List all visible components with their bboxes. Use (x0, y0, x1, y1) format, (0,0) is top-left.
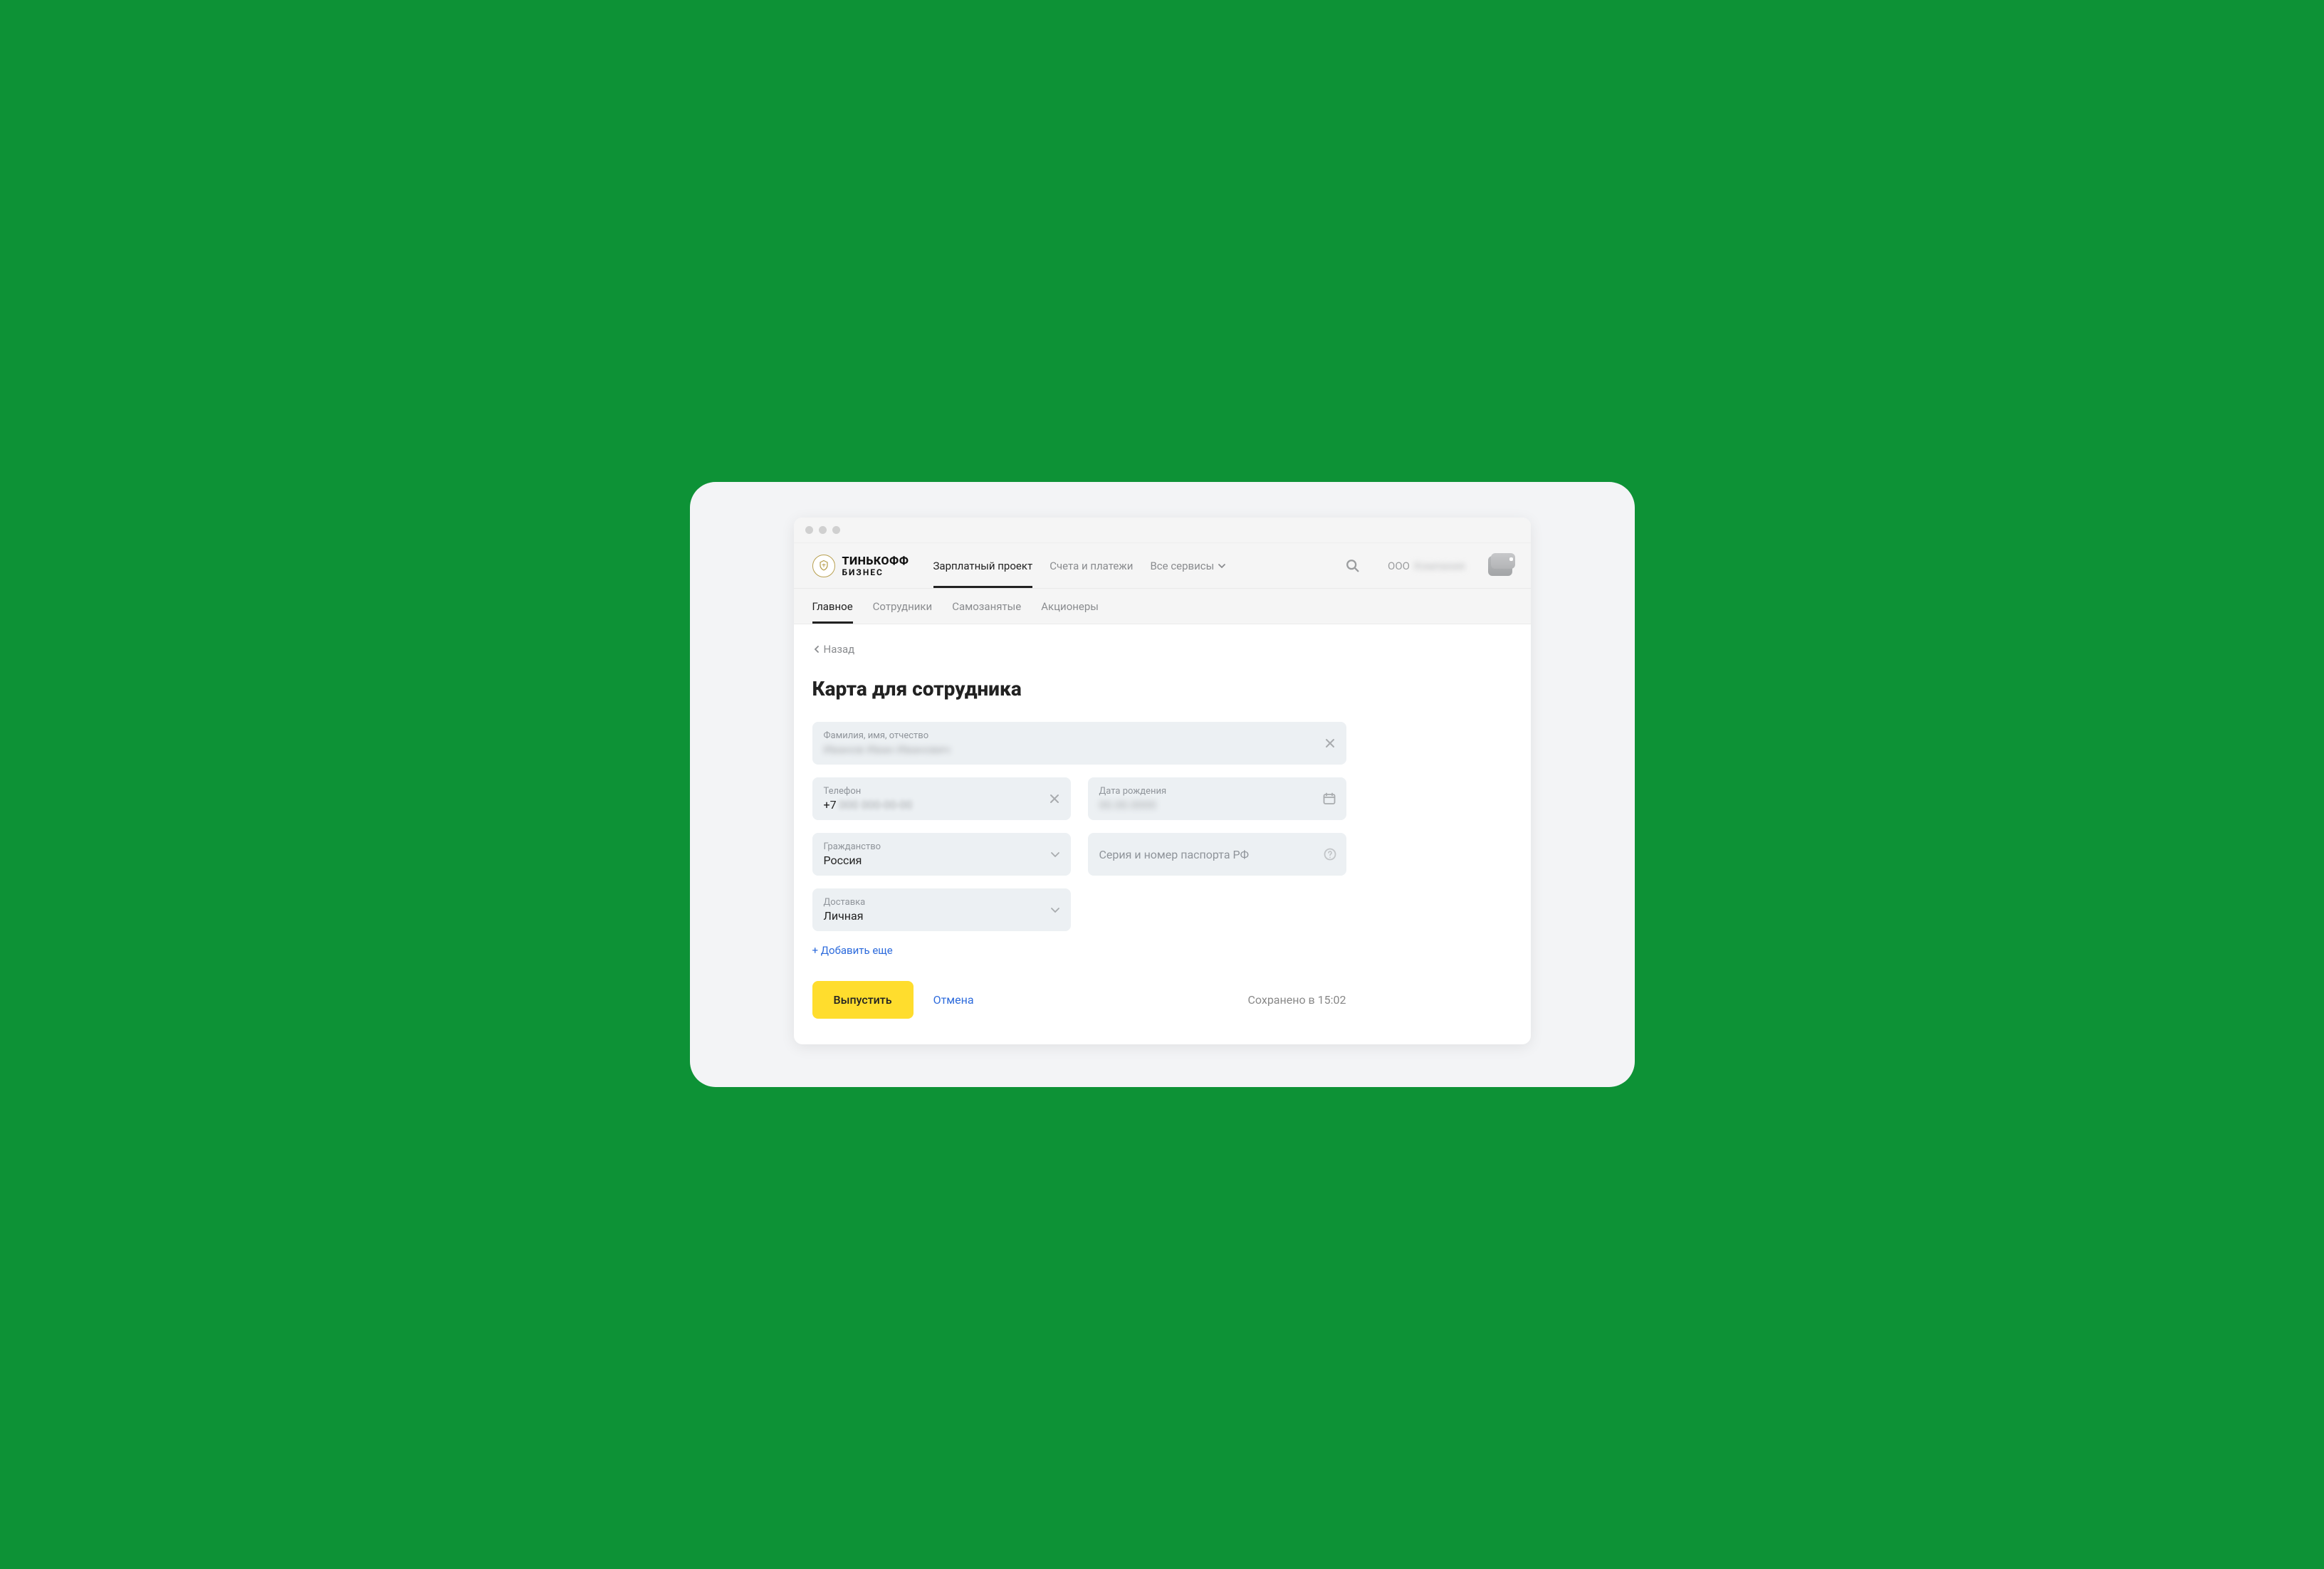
field-dob-value: 00.00.0000 (1099, 798, 1335, 812)
wallet-icon[interactable] (1488, 556, 1512, 576)
field-phone[interactable]: Телефон +7 000 000-00-00 (812, 777, 1071, 820)
field-citizenship-label: Гражданство (824, 841, 1059, 852)
field-citizenship-value: Россия (824, 854, 1059, 867)
field-delivery-value: Личная (824, 909, 1059, 923)
calendar-icon[interactable] (1322, 792, 1336, 806)
subnav-selfemployed[interactable]: Самозанятые (952, 590, 1021, 623)
field-fio-label: Фамилия, имя, отчество (824, 730, 1335, 741)
help-icon[interactable] (1324, 848, 1336, 861)
sub-nav: Главное Сотрудники Самозанятые Акционеры (794, 589, 1531, 624)
back-link[interactable]: Назад (812, 643, 1512, 656)
page-title: Карта для сотрудника (812, 677, 1512, 700)
subnav-shareholders[interactable]: Акционеры (1041, 590, 1099, 623)
topnav-payroll[interactable]: Зарплатный проект (933, 544, 1033, 588)
field-passport-placeholder: Серия и номер паспорта РФ (1099, 848, 1335, 861)
brand-subtitle: БИЗНЕС (842, 568, 909, 577)
org-prefix: ООО (1388, 560, 1410, 572)
top-nav: Зарплатный проект Счета и платежи Все се… (933, 544, 1227, 588)
chevron-down-icon[interactable] (1050, 904, 1061, 915)
footer-actions: Выпустить Отмена Сохранено в 15:02 (812, 981, 1346, 1019)
field-phone-value: +7 000 000-00-00 (824, 798, 1059, 812)
back-label: Назад (824, 643, 855, 656)
subnav-main[interactable]: Главное (812, 590, 853, 623)
cancel-button[interactable]: Отмена (933, 993, 974, 1007)
field-fio[interactable]: Фамилия, имя, отчество Иванов Иван Ивано… (812, 722, 1346, 765)
window-dot-close[interactable] (805, 526, 813, 534)
chevron-down-icon[interactable] (1050, 849, 1061, 860)
topnav-services[interactable]: Все сервисы (1150, 544, 1226, 588)
page-content: Назад Карта для сотрудника Фамилия, имя,… (794, 624, 1531, 1044)
clear-icon[interactable] (1324, 737, 1336, 750)
field-delivery[interactable]: Доставка Личная (812, 888, 1071, 931)
org-selector[interactable]: ООО Компания (1388, 560, 1465, 572)
brand-crest-icon (812, 555, 835, 577)
window-chrome (794, 518, 1531, 543)
search-icon (1345, 558, 1361, 574)
field-dob-label: Дата рождения (1099, 786, 1335, 797)
brand-logo[interactable]: ТИНЬКОФФ БИЗНЕС (812, 555, 909, 577)
subnav-employees[interactable]: Сотрудники (873, 590, 933, 623)
search-button[interactable] (1341, 554, 1365, 578)
window-dot-minimize[interactable] (819, 526, 827, 534)
org-name: Компания (1414, 560, 1465, 572)
add-more-link[interactable]: + Добавить еще (812, 944, 1512, 957)
field-passport[interactable]: Серия и номер паспорта РФ (1088, 833, 1346, 876)
saved-status: Сохранено в 15:02 (1248, 993, 1346, 1007)
field-phone-label: Телефон (824, 786, 1059, 797)
topnav-services-label: Все сервисы (1150, 560, 1214, 572)
chevron-left-icon (812, 645, 821, 654)
window-dot-zoom[interactable] (832, 526, 840, 534)
chevron-down-icon (1218, 562, 1226, 570)
brand-name: ТИНЬКОФФ (842, 555, 909, 567)
field-fio-value: Иванов Иван Иванович (824, 742, 1335, 756)
app-window: ТИНЬКОФФ БИЗНЕС Зарплатный проект Счета … (794, 518, 1531, 1044)
field-citizenship[interactable]: Гражданство Россия (812, 833, 1071, 876)
topnav-accounts[interactable]: Счета и платежи (1050, 544, 1133, 588)
field-dob[interactable]: Дата рождения 00.00.0000 (1088, 777, 1346, 820)
top-header: ТИНЬКОФФ БИЗНЕС Зарплатный проект Счета … (794, 543, 1531, 589)
field-delivery-label: Доставка (824, 897, 1059, 908)
clear-icon[interactable] (1048, 792, 1061, 805)
submit-button[interactable]: Выпустить (812, 981, 914, 1019)
